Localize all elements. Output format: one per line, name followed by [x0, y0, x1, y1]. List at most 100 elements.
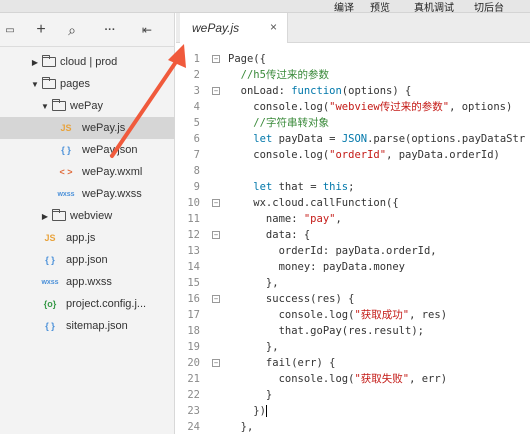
line-number: 5 [193, 117, 200, 129]
code-line[interactable]: 17 console.log("获取成功", res) [176, 307, 530, 323]
code-line[interactable]: 8 [176, 163, 530, 179]
code-text: console.log("webview传过来的参数", options) [228, 101, 513, 113]
fold-toggle-icon[interactable]: − [212, 199, 220, 207]
code-line[interactable]: 7 console.log("orderId", payData.orderId… [176, 147, 530, 163]
code-line[interactable]: 9 let that = this; [176, 179, 530, 195]
code-line[interactable]: 21 console.log("获取失败", err) [176, 371, 530, 387]
fold-toggle-icon[interactable]: − [212, 87, 220, 95]
close-icon[interactable]: × [270, 20, 277, 34]
wxss-file-icon: wxss [41, 278, 59, 286]
code-line[interactable]: 23 }) [176, 403, 530, 419]
tab-label: wePay.js [192, 21, 240, 35]
tree-item-cloud[interactable]: ▶ cloud | prod [0, 51, 175, 73]
code-line[interactable]: 3 − onLoad: function(options) { [176, 83, 530, 99]
tree-item-wepay-wxml[interactable]: < > wePay.wxml [0, 161, 175, 183]
code-text: onLoad: function(options) { [228, 85, 412, 97]
code-line[interactable]: 12 − data: { [176, 227, 530, 243]
caret-down-icon: ▼ [31, 79, 39, 89]
line-number: 7 [193, 149, 200, 161]
more-icon[interactable]: ··· [102, 22, 118, 38]
code-line[interactable]: 11 name: "pay", [176, 211, 530, 227]
caret-right-icon: ▶ [31, 57, 39, 67]
line-number: 14 [187, 261, 200, 273]
code-line[interactable]: 18 that.goPay(res.result); [176, 323, 530, 339]
line-number: 12 [187, 229, 200, 241]
menu-compile[interactable]: 编译 [334, 0, 354, 14]
tab-wepay-js[interactable]: wePay.js × [180, 13, 288, 43]
code-text: money: payData.money [228, 261, 406, 273]
folder-icon [51, 99, 66, 111]
menu-background[interactable]: 切后台 [474, 0, 504, 14]
tree-item-app-wxss[interactable]: wxss app.wxss [0, 271, 175, 293]
tree-item-wepay-js[interactable]: JS wePay.js [0, 117, 175, 139]
code-line[interactable]: 1 − Page({ [176, 51, 530, 67]
editor-tab-bar: wePay.js × [176, 13, 530, 43]
line-number: 2 [193, 69, 200, 81]
code-line[interactable]: 22 } [176, 387, 530, 403]
code-line[interactable]: 15 }, [176, 275, 530, 291]
tree-item-wepay-wxss[interactable]: wxss wePay.wxss [0, 183, 175, 205]
code-line[interactable]: 2 //h5传过来的参数 [176, 67, 530, 83]
menu-preview[interactable]: 预览 [370, 0, 390, 14]
code-line[interactable]: 16 − success(res) { [176, 291, 530, 307]
line-number: 24 [187, 421, 200, 433]
tree-item-label: project.config.j... [66, 298, 147, 310]
caret-down-icon: ▼ [41, 101, 49, 111]
line-number: 23 [187, 405, 200, 417]
wxml-file-icon: < > [59, 167, 73, 177]
line-number: 20 [187, 357, 200, 369]
tree-item-label: webview [70, 210, 113, 222]
code-line[interactable]: 19 }, [176, 339, 530, 355]
code-text: orderId: payData.orderId, [228, 245, 437, 257]
line-number: 8 [193, 165, 200, 177]
line-number: 13 [187, 245, 200, 257]
line-number: 21 [187, 373, 200, 385]
line-number: 6 [193, 133, 200, 145]
code-line[interactable]: 5 //字符串转对象 [176, 115, 530, 131]
json-file-icon: { } [61, 145, 71, 155]
code-text: }) [228, 405, 267, 417]
code-line[interactable]: 20 − fail(err) { [176, 355, 530, 371]
code-text: } [228, 389, 273, 401]
tree-item-pages[interactable]: ▼ pages [0, 73, 175, 95]
code-line[interactable]: 13 orderId: payData.orderId, [176, 243, 530, 259]
line-number: 3 [193, 85, 200, 97]
tree-item-project-config[interactable]: {o} project.config.j... [0, 293, 175, 315]
file-explorer: ▭ + ⌕ ··· ⇤ ▶ cloud | prod ▼ pages ▼ weP… [0, 13, 175, 434]
add-icon[interactable]: + [33, 21, 49, 38]
code-text: console.log("获取成功", res) [228, 309, 448, 321]
js-file-icon: JS [60, 123, 72, 133]
tree-item-wepay-json[interactable]: { } wePay.json [0, 139, 175, 161]
fold-toggle-icon[interactable]: − [212, 295, 220, 303]
search-icon[interactable]: ⌕ [64, 22, 80, 38]
menu-device-debug[interactable]: 真机调试 [414, 0, 454, 14]
code-line[interactable]: 10 − wx.cloud.callFunction({ [176, 195, 530, 211]
code-line[interactable]: 4 console.log("webview传过来的参数", options) [176, 99, 530, 115]
folder-icon [41, 77, 56, 89]
code-line[interactable]: 6 let payData = JSON.parse(options.payDa… [176, 131, 530, 147]
tree-item-wepay[interactable]: ▼ wePay [0, 95, 175, 117]
text-cursor [265, 405, 267, 417]
code-line[interactable]: 24 }, [176, 419, 530, 434]
code-text: //h5传过来的参数 [240, 69, 329, 81]
tree-item-webview[interactable]: ▶ webview [0, 205, 175, 227]
json-file-icon: { } [45, 255, 55, 265]
line-number: 10 [187, 197, 200, 209]
code-line[interactable]: 14 money: payData.money [176, 259, 530, 275]
code-text: name: "pay", [228, 213, 342, 225]
fold-toggle-icon[interactable]: − [212, 55, 220, 63]
code-editor[interactable]: wePay.js × 1− Page({2 //h5传过来的参数 3− onLoad… [176, 13, 530, 434]
code-text: console.log("orderId", payData.orderId) [228, 149, 500, 161]
sidebar-toggle-icon[interactable]: ▭ [2, 22, 18, 38]
fold-toggle-icon[interactable]: − [212, 359, 220, 367]
tree-item-label: sitemap.json [66, 320, 128, 332]
line-number: 9 [193, 181, 200, 193]
tree-item-app-json[interactable]: { } app.json [0, 249, 175, 271]
config-file-icon: {o} [43, 299, 57, 309]
fold-toggle-icon[interactable]: − [212, 231, 220, 239]
tree-item-sitemap-json[interactable]: { } sitemap.json [0, 315, 175, 337]
collapse-icon[interactable]: ⇤ [139, 22, 155, 38]
code-text: fail(err) { [228, 357, 336, 369]
tree-item-app-js[interactable]: JS app.js [0, 227, 175, 249]
tree-item-label: app.json [66, 254, 108, 266]
